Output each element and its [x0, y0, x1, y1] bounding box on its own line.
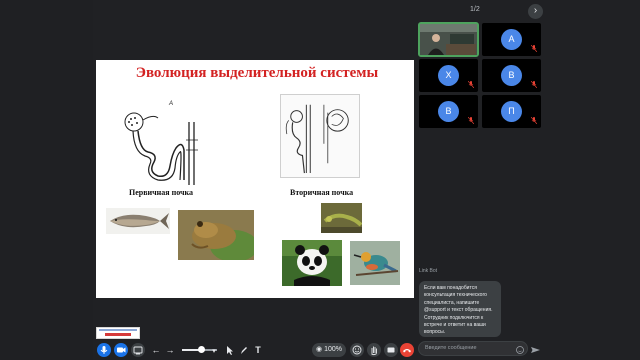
panda-image — [282, 240, 342, 286]
organization-logo — [96, 327, 140, 339]
participant-tile-3[interactable]: Х — [419, 59, 478, 92]
raise-hand-button[interactable] — [367, 343, 381, 357]
mic-off-icon — [531, 81, 537, 88]
record-button[interactable] — [384, 343, 398, 357]
hand-icon — [371, 346, 378, 356]
zoom-level: 100% — [324, 346, 342, 353]
secondary-kidney-diagram — [280, 94, 360, 178]
mic-off-icon — [468, 81, 474, 88]
mic-off-icon — [468, 117, 474, 124]
screen-share-icon — [133, 346, 143, 355]
cursor-icon — [227, 346, 233, 355]
mic-off-icon — [531, 117, 537, 124]
presentation-slide: Эволюция выделительной системы А Первичн… — [96, 60, 414, 298]
participant-avatar: А — [501, 29, 522, 50]
participant-avatar: Х — [438, 65, 459, 86]
chevron-right-icon: › — [533, 5, 538, 16]
microphone-icon — [100, 346, 108, 354]
eye-icon: ◉ — [316, 346, 323, 353]
participant-avatar: П — [501, 101, 522, 122]
arrow-left-icon: ← — [151, 345, 161, 355]
diagram-label: А — [169, 101, 174, 107]
text-tool-button[interactable]: T — [253, 343, 263, 357]
primary-kidney-diagram — [124, 112, 198, 185]
participant-tile-2[interactable]: А — [482, 23, 541, 56]
fish-image — [106, 208, 170, 234]
leave-call-button[interactable] — [400, 343, 414, 357]
chat-message: Если вам понадобится консультация технич… — [419, 281, 501, 337]
emoji-icon — [352, 345, 362, 355]
reactions-button[interactable] — [350, 343, 364, 357]
frog-image — [178, 210, 254, 260]
pencil-icon — [241, 347, 247, 354]
emoji-picker-button[interactable] — [515, 343, 525, 357]
slide-title: Эволюция выделительной системы — [135, 65, 379, 81]
zoom-level-button[interactable]: ◉ 100% — [312, 343, 346, 357]
forward-arrow-button[interactable]: → — [164, 343, 176, 357]
chevron-down-icon: ▾ — [212, 348, 216, 355]
screen-share-button[interactable] — [131, 343, 145, 357]
chat-input[interactable]: Введите сообщение — [418, 341, 528, 356]
send-message-button[interactable] — [529, 343, 541, 357]
text-icon: T — [255, 345, 261, 355]
pen-tool-button[interactable] — [239, 343, 249, 357]
hang-up-icon — [403, 349, 411, 353]
camera-icon — [117, 347, 126, 353]
record-icon — [387, 347, 395, 353]
mic-off-icon — [531, 45, 537, 52]
camera-button[interactable] — [114, 343, 128, 357]
lizard-image — [321, 203, 362, 233]
caption-secondary-kidney: Вторичная почка — [290, 188, 354, 197]
pointer-tool-button[interactable] — [225, 343, 235, 357]
caption-primary-kidney: Первичная почка — [129, 188, 194, 197]
participants-page-indicator: 1/2 — [470, 6, 480, 13]
next-page-button[interactable]: › — [528, 4, 543, 19]
participant-tile-5[interactable]: В — [419, 95, 478, 128]
chat-sender-name: Link Bot — [419, 268, 438, 274]
left-panel — [0, 0, 93, 360]
color-dropdown-button[interactable]: ▾ — [209, 343, 219, 357]
send-icon — [531, 347, 540, 353]
microphone-button[interactable] — [97, 343, 111, 357]
speaker-video — [420, 24, 477, 55]
smiley-icon — [516, 346, 524, 354]
back-arrow-button[interactable]: ← — [150, 343, 162, 357]
arrow-right-icon: → — [165, 345, 175, 355]
bird-image — [350, 241, 400, 285]
participant-tile-6[interactable]: П — [482, 95, 541, 128]
participant-avatar: В — [438, 101, 459, 122]
participant-tile-speaker[interactable] — [418, 22, 479, 57]
participant-tile-4[interactable]: В — [482, 59, 541, 92]
volume-slider-knob[interactable] — [198, 346, 205, 353]
participant-avatar: В — [501, 65, 522, 86]
